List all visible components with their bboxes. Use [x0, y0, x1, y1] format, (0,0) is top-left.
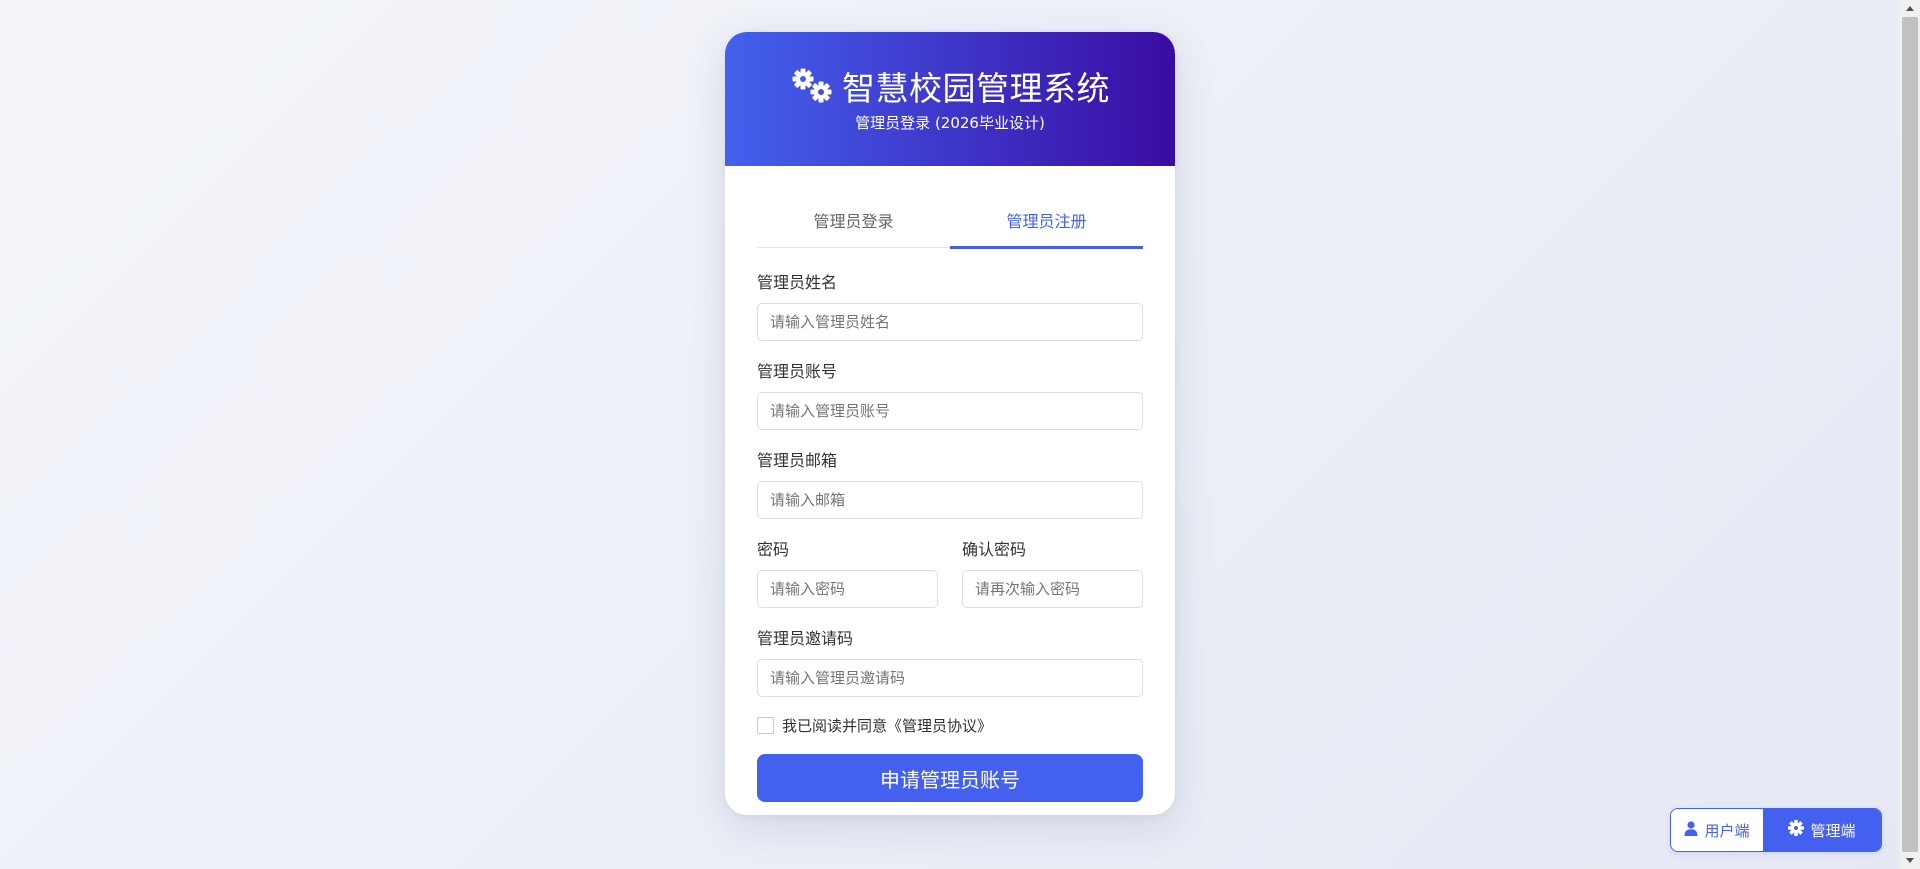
- register-card: 智慧校园管理系统 管理员登录 (2026毕业设计) 管理员登录 管理员注册 管理…: [725, 32, 1175, 815]
- name-field-group: 管理员姓名: [757, 272, 1143, 341]
- password-row: 密码 确认密码: [757, 539, 1143, 608]
- auth-tabs: 管理员登录 管理员注册: [757, 199, 1143, 249]
- scrollbar-thumb[interactable]: [1902, 17, 1918, 852]
- scroll-up-icon[interactable]: [1900, 0, 1920, 17]
- card-header: 智慧校园管理系统 管理员登录 (2026毕业设计): [725, 32, 1175, 166]
- password-label: 密码: [757, 540, 790, 559]
- account-label: 管理员账号: [757, 362, 838, 381]
- admin-client-button[interactable]: 管理端: [1763, 809, 1881, 851]
- password-field-group: 密码: [757, 539, 938, 608]
- gear-icon: [1788, 820, 1805, 840]
- invite-label: 管理员邀请码: [757, 629, 854, 648]
- page-scrollbar[interactable]: [1900, 0, 1920, 869]
- page-title: 智慧校园管理系统: [842, 69, 1110, 108]
- email-label: 管理员邮箱: [757, 451, 838, 470]
- tab-login[interactable]: 管理员登录: [757, 199, 950, 247]
- scroll-down-icon[interactable]: [1900, 852, 1920, 869]
- name-label: 管理员姓名: [757, 273, 838, 292]
- account-input[interactable]: [757, 392, 1143, 430]
- confirm-password-field-group: 确认密码: [962, 539, 1143, 608]
- invite-field-group: 管理员邀请码: [757, 628, 1143, 697]
- page-subtitle: 管理员登录 (2026毕业设计): [855, 114, 1045, 132]
- user-icon: [1684, 820, 1698, 840]
- name-input[interactable]: [757, 303, 1143, 341]
- email-field-group: 管理员邮箱: [757, 450, 1143, 519]
- account-field-group: 管理员账号: [757, 361, 1143, 430]
- password-input[interactable]: [757, 570, 938, 608]
- agreement-row: 我已阅读并同意《管理员协议》: [757, 715, 1143, 736]
- confirm-password-input[interactable]: [962, 570, 1143, 608]
- agreement-text[interactable]: 我已阅读并同意《管理员协议》: [782, 715, 992, 736]
- submit-button[interactable]: 申请管理员账号: [757, 754, 1143, 802]
- invite-code-input[interactable]: [757, 659, 1143, 697]
- gears-icon: [790, 67, 834, 105]
- form-body: 管理员登录 管理员注册 管理员姓名 管理员账号 管理员邮箱 密码 确认密码: [725, 166, 1175, 802]
- tab-register[interactable]: 管理员注册: [950, 199, 1143, 249]
- title-row: 智慧校园管理系统: [725, 62, 1175, 110]
- user-client-button[interactable]: 用户端: [1671, 809, 1763, 851]
- admin-client-label: 管理端: [1810, 821, 1856, 840]
- user-client-label: 用户端: [1704, 821, 1750, 840]
- client-switcher: 用户端 管理端: [1670, 808, 1882, 852]
- confirm-password-label: 确认密码: [962, 540, 1027, 559]
- agreement-checkbox[interactable]: [757, 717, 774, 734]
- email-input[interactable]: [757, 481, 1143, 519]
